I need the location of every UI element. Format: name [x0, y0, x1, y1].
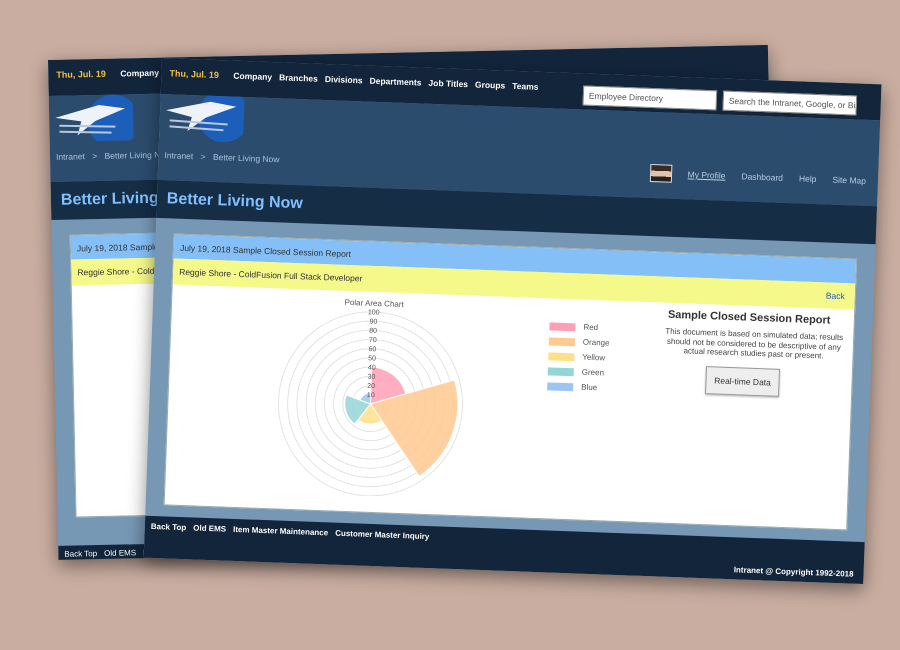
legend-swatch — [547, 381, 574, 391]
tick-label: 60 — [368, 346, 376, 353]
date-label: Thu, Jul. 19 — [56, 68, 106, 80]
header-links: My Profile Dashboard Help Site Map — [649, 163, 866, 190]
nav-item-job-titles[interactable]: Job Titles — [428, 78, 468, 89]
polar-area-chart: Polar Area Chart 10 20 30 40 50 60 70 80 90 100 — [278, 298, 463, 497]
footer-link-old-ems[interactable]: Old EMS — [193, 523, 226, 533]
footer-link[interactable]: Old EMS — [104, 548, 136, 558]
report-title: Sample Closed Session Report — [667, 308, 831, 327]
nav-item-groups[interactable]: Groups — [475, 79, 506, 90]
nav-item-company[interactable]: Company — [120, 68, 159, 79]
footer-link[interactable]: Back Top — [64, 549, 97, 559]
report-description: This document is based on simulated data… — [665, 326, 844, 361]
back-link[interactable]: Back — [826, 290, 845, 301]
legend-label: Yellow — [582, 352, 606, 363]
footer-links: Back Top Old EMS Item Master Maintenance… — [151, 522, 430, 541]
chart-legend: Red Orange Yellow Green Blue — [547, 318, 610, 395]
breadcrumb-separator: > — [92, 150, 98, 162]
copyright: Intranet @ Copyright 1992-2018 — [733, 565, 854, 579]
seagull-logo-icon — [166, 94, 245, 143]
legend-swatch — [549, 321, 576, 331]
legend-swatch — [547, 366, 574, 376]
employee-directory-input[interactable]: Employee Directory — [582, 85, 718, 111]
real-time-data-button[interactable]: Real-time Data — [705, 366, 781, 397]
tick-label: 70 — [369, 337, 377, 344]
tick-label: 50 — [368, 355, 376, 362]
page-title: Better Living Now — [166, 190, 304, 213]
breadcrumb: Intranet > Better Living Now — [164, 150, 284, 164]
tick-label: 40 — [368, 364, 376, 371]
tick-label: 90 — [369, 318, 377, 325]
my-profile-link[interactable]: My Profile — [687, 169, 725, 180]
dashboard-link[interactable]: Dashboard — [741, 171, 783, 183]
breadcrumb-item[interactable]: Intranet — [56, 151, 85, 162]
main-nav: Company Branches Divisions Departments J… — [233, 71, 538, 92]
legend-swatch — [548, 351, 575, 361]
nav-item-branches[interactable]: Branches — [279, 72, 318, 83]
legend-label: Orange — [582, 337, 610, 348]
nav-item-departments[interactable]: Departments — [369, 76, 421, 88]
help-link[interactable]: Help — [799, 173, 817, 184]
date-label: Thu, Jul. 19 — [169, 68, 220, 81]
tick-label: 30 — [367, 374, 375, 381]
footer-link-item-master[interactable]: Item Master Maintenance — [233, 525, 328, 537]
tick-label: 80 — [369, 328, 377, 335]
seagull-logo-icon — [55, 94, 134, 142]
tick-label: 10 — [367, 392, 375, 399]
site-search-input[interactable]: Search the Intranet, Google, or Bing — [722, 90, 858, 116]
report-panel: July 19, 2018 Sample Closed Session Repo… — [163, 233, 858, 531]
front-screen: Thu, Jul. 19 Company Branches Divisions … — [143, 58, 882, 585]
legend-swatch — [548, 336, 576, 346]
avatar[interactable] — [649, 163, 673, 183]
site-map-link[interactable]: Site Map — [832, 175, 866, 186]
breadcrumb-item[interactable]: Intranet — [164, 150, 193, 161]
legend-item-blue[interactable]: Blue — [547, 378, 608, 395]
legend-label: Blue — [581, 382, 598, 393]
breadcrumb-separator: > — [200, 151, 206, 162]
nav-item-company[interactable]: Company — [233, 71, 272, 82]
main-nav: Company — [120, 68, 159, 79]
nav-item-teams[interactable]: Teams — [512, 81, 539, 92]
footer-link-customer-master[interactable]: Customer Master Inquiry — [335, 529, 430, 541]
chart-title: Polar Area Chart — [344, 298, 404, 309]
tick-label: 100 — [368, 309, 380, 316]
tick-label: 20 — [367, 383, 375, 390]
nav-item-divisions[interactable]: Divisions — [325, 74, 363, 85]
employee-label: Reggie Shore - ColdFusion Full Stack Dev… — [178, 266, 363, 284]
breadcrumb-item[interactable]: Better Living Now — [213, 152, 280, 164]
legend-label: Red — [583, 322, 599, 333]
legend-label: Green — [581, 367, 605, 378]
footer-link-back-top[interactable]: Back Top — [151, 522, 187, 532]
